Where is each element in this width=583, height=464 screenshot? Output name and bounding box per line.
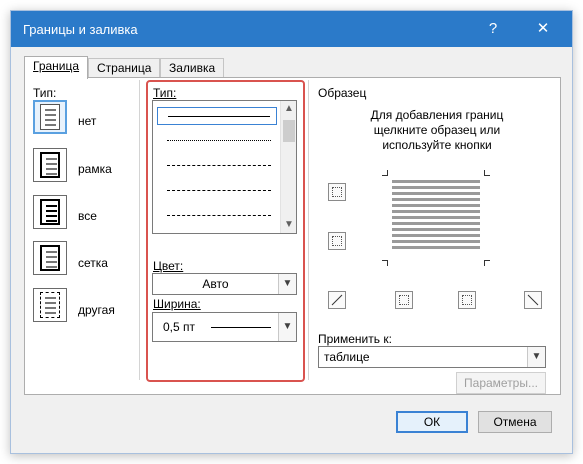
title-bar[interactable]: Границы и заливка ? ✕	[11, 11, 572, 47]
line-style-list[interactable]: ▲ ▼	[152, 100, 297, 234]
chevron-down-icon[interactable]: ▼	[278, 313, 296, 341]
preview-area[interactable]	[392, 180, 480, 252]
left-border-button[interactable]	[395, 291, 413, 309]
inside-vertical-button[interactable]	[458, 291, 476, 309]
inside-horizontal-icon	[332, 236, 342, 246]
chevron-down-icon[interactable]: ▼	[527, 347, 545, 367]
chevron-down-icon[interactable]: ▼	[278, 274, 296, 294]
left-border-icon	[399, 295, 409, 305]
tab-page-border-label: Страница	[97, 61, 152, 75]
apply-to-select[interactable]: таблице ▼	[318, 346, 546, 368]
cancel-button[interactable]: Отмена	[478, 411, 552, 433]
setting-none-label[interactable]: нет	[78, 114, 96, 128]
color-label-text: Цвет:	[153, 259, 184, 273]
preview-label: Образец	[318, 86, 367, 100]
top-border-icon	[332, 187, 342, 197]
scroll-thumb[interactable]	[283, 120, 295, 142]
style-label-text: Тип:	[153, 86, 177, 100]
help-button[interactable]: ?	[473, 11, 513, 47]
box-border-icon	[40, 152, 60, 178]
width-label: Ширина:	[153, 297, 201, 311]
tab-shading[interactable]: Заливка	[160, 58, 225, 78]
top-border-button[interactable]	[328, 183, 346, 201]
corner-mark	[382, 260, 388, 266]
close-button[interactable]: ✕	[523, 11, 563, 47]
grid-border-icon	[40, 245, 60, 271]
color-value: Авто	[202, 277, 229, 291]
apply-to-label: Применить к:	[318, 332, 392, 346]
options-button[interactable]: Параметры...	[456, 372, 546, 394]
line-style-solid[interactable]	[157, 107, 277, 125]
apply-to-value: таблице	[324, 350, 370, 364]
all-borders-icon	[40, 199, 60, 225]
preview-hint: Для добавления границ щелкните образец и…	[370, 108, 504, 152]
tab-shading-label: Заливка	[169, 61, 216, 75]
setting-label: Тип:	[33, 86, 57, 100]
width-select[interactable]: 0,5 пт ▼	[152, 312, 297, 342]
inside-horizontal-button[interactable]	[328, 232, 346, 250]
corner-mark	[484, 170, 490, 176]
line-style-dashed[interactable]	[157, 182, 277, 200]
setting-custom-button[interactable]	[33, 288, 67, 322]
setting-custom-label[interactable]: другая	[78, 303, 115, 317]
diagonal-up-icon	[331, 294, 343, 306]
column-divider	[139, 80, 140, 380]
corner-mark	[484, 260, 490, 266]
color-select[interactable]: Авто ▼	[152, 273, 297, 295]
scroll-down-icon[interactable]: ▼	[281, 217, 296, 233]
width-value: 0,5 пт	[163, 320, 196, 334]
tab-border[interactable]: Граница	[24, 56, 89, 79]
tab-page-border[interactable]: Страница	[88, 58, 161, 78]
inside-vertical-icon	[462, 295, 472, 305]
corner-mark	[382, 170, 388, 176]
none-border-icon	[40, 104, 60, 130]
ok-button[interactable]: ОК	[396, 411, 468, 433]
tab-border-label: Граница	[33, 59, 80, 73]
setting-box-label[interactable]: рамка	[78, 162, 112, 176]
scroll-up-icon[interactable]: ▲	[281, 101, 296, 117]
setting-none-button[interactable]	[33, 100, 67, 134]
setting-grid-button[interactable]	[33, 241, 67, 275]
width-sample-line	[211, 327, 271, 328]
line-style-dashed-small[interactable]	[157, 157, 277, 175]
setting-grid-label[interactable]: сетка	[78, 256, 108, 270]
style-label: Тип:	[153, 86, 176, 100]
preview-divider	[308, 80, 309, 380]
setting-all-label[interactable]: все	[78, 209, 97, 223]
color-label: Цвет:	[153, 259, 183, 273]
line-style-scrollbar[interactable]: ▲ ▼	[280, 101, 296, 233]
setting-box-button[interactable]	[33, 148, 67, 182]
custom-border-icon	[40, 292, 60, 318]
line-style-dash-dot[interactable]	[157, 207, 277, 225]
diagonal-down-button[interactable]	[328, 291, 346, 309]
width-label-text: Ширина:	[153, 297, 201, 311]
window-title: Границы и заливка	[23, 22, 138, 37]
setting-all-button[interactable]	[33, 195, 67, 229]
line-style-dotted[interactable]	[157, 132, 277, 150]
diagonal-down-icon	[527, 294, 539, 306]
diagonal-up-button[interactable]	[524, 291, 542, 309]
